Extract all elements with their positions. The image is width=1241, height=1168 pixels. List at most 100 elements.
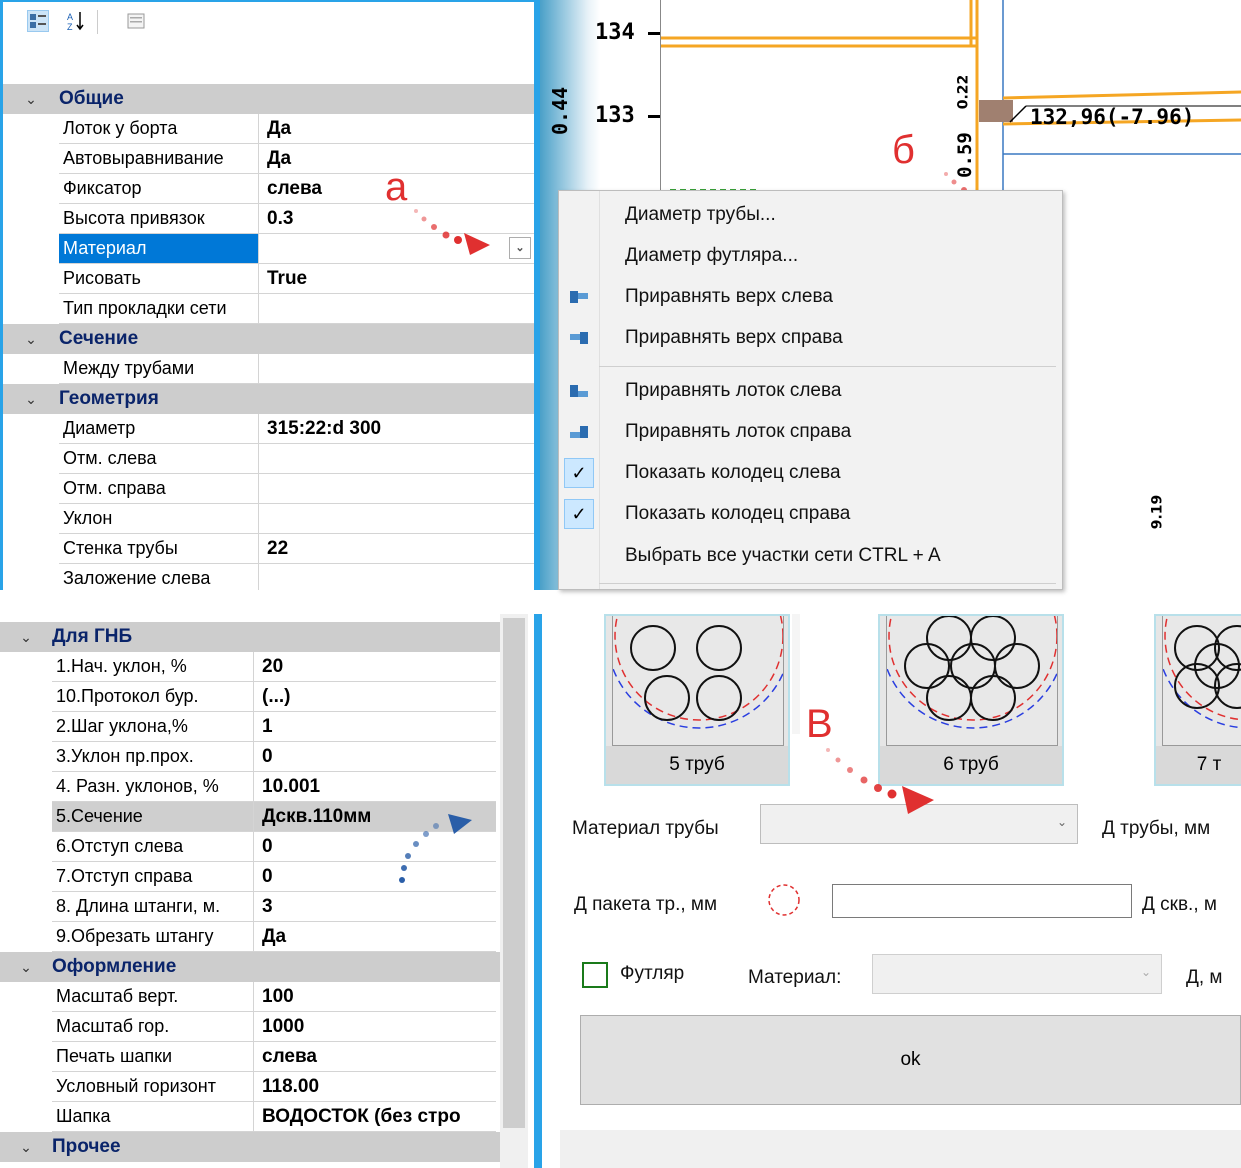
property-value[interactable]: 118.00	[254, 1072, 496, 1102]
property-name: Отм. слева	[59, 444, 259, 474]
property-row[interactable]: Масштаб верт. 100	[0, 982, 496, 1012]
property-row[interactable]: 3.Уклон пр.прох. 0	[0, 742, 496, 772]
menu-item-icon-slot	[559, 236, 599, 276]
property-value[interactable]: True	[259, 264, 535, 294]
menu-item[interactable]: Приравнять верх слева	[559, 277, 1062, 317]
property-row[interactable]: 2.Шаг уклона,% 1	[0, 712, 496, 742]
property-row[interactable]: Условный горизонт 118.00	[0, 1072, 496, 1102]
property-pages-icon	[127, 13, 145, 29]
ok-button[interactable]: ok	[580, 1015, 1241, 1105]
pack-circle-icon	[768, 884, 800, 916]
bundle-tile[interactable]: 5 труб	[604, 614, 790, 786]
category-label: Для ГНБ	[52, 626, 133, 647]
property-row[interactable]: Фиксатор слева	[3, 174, 535, 204]
property-value[interactable]: 1	[254, 712, 496, 742]
align-top-right-icon	[559, 318, 599, 358]
property-name: 9.Обрезать штангу	[52, 922, 254, 952]
category-0[interactable]: ⌄ Для ГНБ	[0, 622, 500, 652]
chevron-down-icon[interactable]: ⌄	[0, 1139, 52, 1156]
ok-label: ok	[900, 1049, 921, 1070]
property-row[interactable]: Лоток у борта Да	[3, 114, 535, 144]
category-2[interactable]: ⌄ Прочее	[0, 1132, 500, 1162]
pipe-bundle-dialog: 5 труб 6 труб 7 т Материал трубы ⌄ Д трубы…	[560, 614, 1241, 1168]
chevron-down-icon[interactable]: ⌄	[509, 237, 531, 259]
property-value[interactable]: 0	[254, 742, 496, 772]
align-tray-right-icon	[559, 412, 599, 452]
annotation-a: а	[385, 165, 408, 209]
annotation-v: В	[806, 702, 833, 746]
property-value[interactable]: 1000	[254, 1012, 496, 1042]
property-row[interactable]: Отм. справа	[3, 474, 535, 504]
menu-item[interactable]: ✓ Показать колодец слева	[559, 453, 1062, 493]
property-value[interactable]: 10.001	[254, 772, 496, 802]
property-row[interactable]: Диаметр 315:22:d 300	[3, 414, 535, 444]
property-row[interactable]: Тип прокладки сети	[3, 294, 535, 324]
menu-item[interactable]: Диаметр футляра...	[559, 236, 1062, 276]
property-value[interactable]	[259, 444, 535, 474]
chevron-down-icon: ⌄	[1056, 815, 1067, 829]
menu-item[interactable]: Приравнять верх справа	[559, 318, 1062, 358]
property-row[interactable]: Стенка трубы 22	[3, 534, 535, 564]
sort-az-icon: AZ	[67, 12, 84, 32]
property-row[interactable]: Масштаб гор. 1000	[0, 1012, 496, 1042]
category-label: Геометрия	[59, 388, 159, 409]
menu-item-icon-slot	[559, 536, 599, 576]
property-row[interactable]: Шапка ВОДОСТОК (без стро	[0, 1102, 496, 1132]
property-value[interactable]: 22	[259, 534, 535, 564]
property-value[interactable]: 100	[254, 982, 496, 1012]
property-value[interactable]	[259, 474, 535, 504]
chevron-down-icon[interactable]: ⌄	[3, 91, 59, 108]
property-value[interactable]: ВОДОСТОК (без стро	[254, 1102, 496, 1132]
menu-item[interactable]: Диаметр трубы...	[559, 195, 1062, 235]
property-value[interactable]: Да	[254, 922, 496, 952]
property-name: Уклон	[59, 504, 259, 534]
case-checkbox[interactable]	[582, 962, 608, 988]
property-pages-button[interactable]	[125, 10, 147, 32]
case-material-combo[interactable]: ⌄	[872, 954, 1162, 994]
property-row[interactable]: 1.Нач. уклон, % 20	[0, 652, 496, 682]
menu-item[interactable]: Выбрать все участки сети CTRL + A	[559, 536, 1062, 576]
property-value[interactable]: 20	[254, 652, 496, 682]
property-row[interactable]: Между трубами	[3, 354, 535, 384]
alphabetical-sort-button[interactable]: AZ	[65, 10, 87, 32]
property-row[interactable]: Печать шапки слева	[0, 1042, 496, 1072]
svg-text:Z: Z	[67, 22, 73, 32]
property-name: 2.Шаг уклона,%	[52, 712, 254, 742]
property-name: 3.Уклон пр.прох.	[52, 742, 254, 772]
property-row[interactable]: 9.Обрезать штангу Да	[0, 922, 496, 952]
menu-item[interactable]: ✓ Показать колодец справа	[559, 494, 1062, 534]
property-row[interactable]: Рисовать True	[3, 264, 535, 294]
property-value[interactable]	[259, 504, 535, 534]
category-2[interactable]: ⌄ Геометрия	[3, 384, 537, 414]
property-name: Диаметр	[59, 414, 259, 444]
property-row[interactable]: Отм. слева	[3, 444, 535, 474]
pack-d-input[interactable]	[832, 884, 1132, 918]
property-value[interactable]: 315:22:d 300	[259, 414, 535, 444]
property-value[interactable]: (...)	[254, 682, 496, 712]
categorized-view-button[interactable]	[27, 10, 49, 32]
menu-item-label: Показать колодец справа	[625, 503, 851, 524]
property-value[interactable]: 3	[254, 892, 496, 922]
property-value[interactable]	[259, 354, 535, 384]
property-row[interactable]: 8. Длина штанги, м. 3	[0, 892, 496, 922]
menu-item-label: Диаметр футляра...	[625, 245, 799, 266]
chevron-down-icon[interactable]: ⌄	[3, 391, 59, 408]
property-value[interactable]: слева	[254, 1042, 496, 1072]
menu-item[interactable]: Приравнять лоток слева	[559, 371, 1062, 411]
property-row[interactable]: 4. Разн. уклонов, % 10.001	[0, 772, 496, 802]
chevron-down-icon[interactable]: ⌄	[0, 629, 52, 646]
chevron-down-icon[interactable]: ⌄	[3, 331, 59, 348]
property-row[interactable]: Уклон	[3, 504, 535, 534]
bundle-tile[interactable]: 7 т	[1154, 614, 1241, 786]
category-1[interactable]: ⌄ Сечение	[3, 324, 537, 354]
property-row[interactable]: Автовыравнивание Да	[3, 144, 535, 174]
category-1[interactable]: ⌄ Оформление	[0, 952, 500, 982]
label-022: 0.22	[955, 74, 972, 110]
chevron-down-icon[interactable]: ⌄	[0, 959, 52, 976]
property-value[interactable]	[259, 294, 535, 324]
property-row[interactable]: 10.Протокол бур. (...)	[0, 682, 496, 712]
category-label: Прочее	[52, 1136, 121, 1157]
category-0[interactable]: ⌄ Общие	[3, 84, 537, 114]
property-value[interactable]: Да	[259, 114, 535, 144]
menu-item[interactable]: Приравнять лоток справа	[559, 412, 1062, 452]
